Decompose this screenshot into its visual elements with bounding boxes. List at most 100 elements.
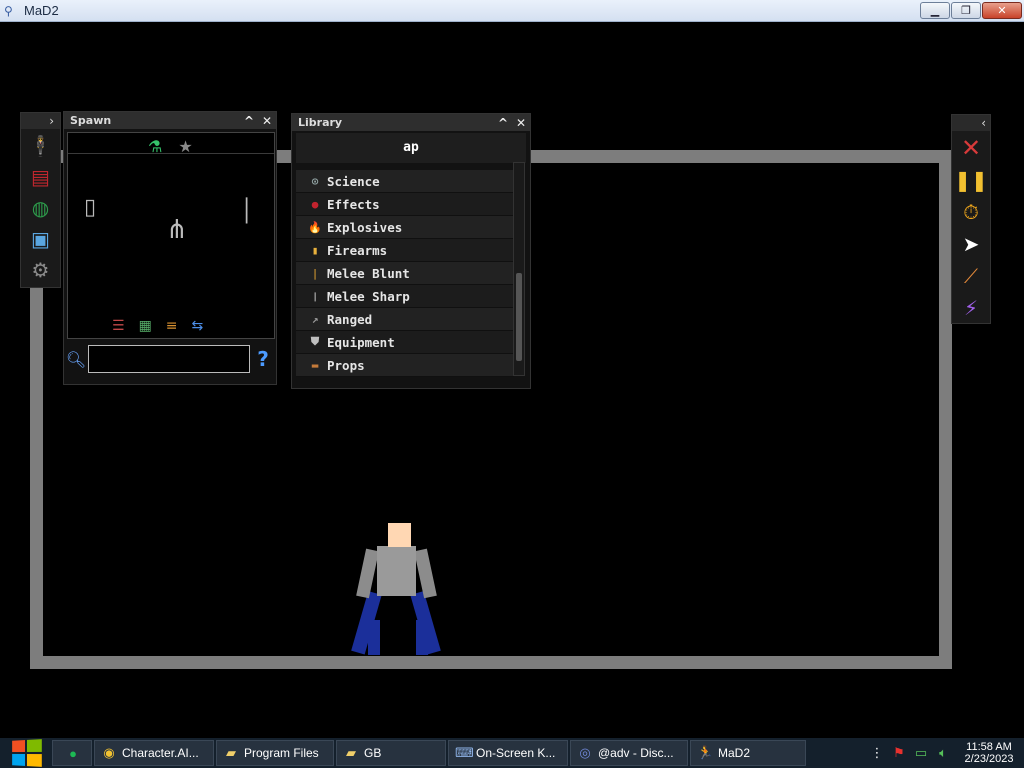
taskbar-item-program-files[interactable]: ▰ Program Files (216, 740, 334, 766)
system-tray: ⋮ ⚑ ▭ 🔈︎ 11:58 AM 2/23/2023 (866, 738, 1024, 768)
screen: ⚲ MaD2 ▁ ❐ ✕ › 🕴 ▤ ◍ ▣ ⚙ Spawn ^ ✕ ⚗ ★ ▯… (0, 0, 1024, 768)
help-icon[interactable]: ? (250, 347, 276, 371)
close-button[interactable]: ✕ (982, 2, 1022, 19)
sliders-icon[interactable]: ☰ (112, 318, 125, 334)
library-item-equipment[interactable]: ⛊ Equipment (296, 331, 514, 354)
windows-logo-icon (12, 739, 42, 767)
taskbar-item-label: @adv - Disc... (598, 746, 674, 760)
taskbar-items: ◉ Character.AI... ▰ Program Files ▰ GB ⌨ On-Scr… (94, 740, 808, 766)
fork-icon[interactable]: ⋔ (166, 215, 188, 245)
spawn-close-button[interactable]: ✕ (258, 114, 276, 128)
library-item-label: Melee Blunt (327, 265, 410, 281)
library-item-effects[interactable]: ● Effects (296, 193, 514, 216)
save-icon[interactable]: ▣ (27, 225, 55, 253)
library-item-props[interactable]: ▬ Props (296, 354, 514, 377)
library-item-ranged[interactable]: ↗ Ranged (296, 308, 514, 331)
taskbar-item-label: Program Files (244, 746, 319, 760)
taskbar-app-icon: ▰ (346, 745, 356, 760)
taskbar-item-character-ai[interactable]: ◉ Character.AI... (94, 740, 214, 766)
ragdoll-left-shin[interactable] (368, 620, 380, 655)
knife-icon[interactable]: │ (240, 199, 253, 224)
library-item-explosives[interactable]: 🔥 Explosives (296, 216, 514, 239)
props-icon: ▬ (311, 358, 319, 372)
cursor-icon[interactable]: ➤ (956, 229, 986, 259)
left-toolbar: › 🕴 ▤ ◍ ▣ ⚙ (20, 112, 61, 288)
gear-icon[interactable]: ⚙ (27, 256, 55, 284)
library-minimize-button[interactable]: ^ (494, 116, 512, 130)
explosives-icon: 🔥 (308, 220, 322, 234)
library-item-label: Melee Sharp (327, 288, 410, 304)
window-titlebar: ⚲ MaD2 ▁ ❐ ✕ (0, 0, 1024, 22)
stopwatch-icon[interactable]: ⏱ (956, 197, 986, 227)
swap-arrows-icon[interactable]: ⇆ (192, 318, 204, 334)
clock-date: 2/23/2023 (964, 753, 1014, 765)
clock-time: 11:58 AM (966, 741, 1012, 753)
taskbar-item-gb[interactable]: ▰ GB (336, 740, 446, 766)
window-title: MaD2 (24, 3, 59, 18)
spawn-panel: Spawn ^ ✕ ⚗ ★ ▯ ⋔ │ ☰ ▦ ≡ ⇆ 🔍︎ ? (63, 111, 277, 385)
library-item-label: Equipment (327, 334, 395, 350)
overflow-icon[interactable]: ⋮ (866, 746, 888, 761)
library-item-firearms[interactable]: ▮ Firearms (296, 239, 514, 262)
spawn-panel-header: Spawn ^ ✕ (64, 112, 276, 129)
library-search-field[interactable]: ap (296, 133, 526, 163)
minimize-button[interactable]: ▁ (920, 2, 950, 19)
library-panel: Library ^ ✕ ap ⊙ Science ● Effects 🔥 Explosiv… (291, 113, 531, 389)
library-item-science[interactable]: ⊙ Science (296, 170, 514, 193)
taskbar-item-mad2[interactable]: 🏃 MaD2 (690, 740, 806, 766)
maximize-button[interactable]: ❐ (951, 2, 981, 19)
start-button[interactable] (0, 738, 52, 768)
library-panel-header: Library ^ ✕ (292, 114, 530, 131)
right-toolbar-collapse[interactable]: ‹ (952, 115, 990, 131)
right-toolbar: ‹ ✕ ❚❚ ⏱ ➤ ⟋ ⚡ (951, 114, 991, 324)
ragdoll-head[interactable] (388, 523, 411, 547)
taskbar-item-on-screen-k[interactable]: ⌨ On-Screen K... (448, 740, 568, 766)
spotify-taskbar-button[interactable]: ● (52, 740, 92, 766)
grid-view-icon[interactable]: ▦ (139, 318, 152, 334)
network-icon[interactable]: ▭ (910, 746, 932, 761)
taskbar-item--adv-disc[interactable]: ◎ @adv - Disc... (570, 740, 688, 766)
ragdoll-torso[interactable] (377, 546, 416, 596)
taskbar-item-label: On-Screen K... (476, 746, 556, 760)
list-view-icon[interactable]: ≡ (166, 318, 178, 334)
trash-can-icon[interactable]: ▯ (84, 195, 96, 220)
spawn-search-input[interactable] (88, 345, 250, 373)
spawn-minimize-button[interactable]: ^ (240, 114, 258, 128)
pause-icon[interactable]: ❚❚ (954, 165, 988, 195)
taskbar-item-label: MaD2 (718, 746, 751, 760)
human-icon[interactable]: 🕴 (27, 132, 55, 160)
library-item-label: Firearms (327, 242, 388, 258)
library-item-melee-sharp[interactable]: ❘ Melee Sharp (296, 285, 514, 308)
search-icon: 🔍︎ (65, 349, 87, 369)
app-icon: ⚲ (4, 3, 13, 18)
delete-x-icon[interactable]: ✕ (956, 133, 986, 163)
library-item-label: Effects (327, 196, 380, 212)
library-item-label: Science (327, 173, 380, 189)
ranged-icon: ↗ (311, 312, 319, 326)
library-item-melee-blunt[interactable]: | Melee Blunt (296, 262, 514, 285)
spawn-panel-title: Spawn (70, 114, 112, 127)
library-item-label: Ranged (327, 311, 373, 327)
taskbar-item-label: GB (364, 746, 382, 760)
book-icon[interactable]: ▤ (27, 163, 55, 191)
taskbar-app-icon: ◎ (579, 745, 591, 760)
library-close-button[interactable]: ✕ (512, 116, 530, 130)
flag-icon[interactable]: ⚑ (888, 746, 910, 761)
clock[interactable]: 11:58 AM 2/23/2023 (954, 741, 1024, 765)
taskbar-item-label: Character.AI... (122, 746, 199, 760)
spotify-icon: ● (69, 745, 77, 761)
taskbar-app-icon: ◉ (103, 745, 115, 760)
library-scrollbar[interactable] (513, 162, 525, 376)
left-toolbar-collapse[interactable]: › (21, 113, 60, 129)
globe-icon[interactable]: ◍ (27, 194, 55, 222)
taskbar: ● ◉ Character.AI... ▰ Program Files ▰ GB ⌨ On-S… (0, 738, 1024, 768)
effects-icon: ● (311, 197, 319, 211)
spawn-search-row: 🔍︎ ? (64, 344, 278, 374)
taskbar-app-icon: ⌨ (455, 745, 474, 760)
library-scrollbar-thumb[interactable] (516, 273, 522, 361)
lightning-icon[interactable]: ⚡ (956, 293, 986, 323)
knife-tool-icon[interactable]: ⟋ (956, 261, 986, 291)
ragdoll-right-shin[interactable] (416, 620, 428, 655)
volume-icon[interactable]: 🔈︎ (932, 746, 954, 761)
science-icon: ⊙ (311, 174, 319, 188)
